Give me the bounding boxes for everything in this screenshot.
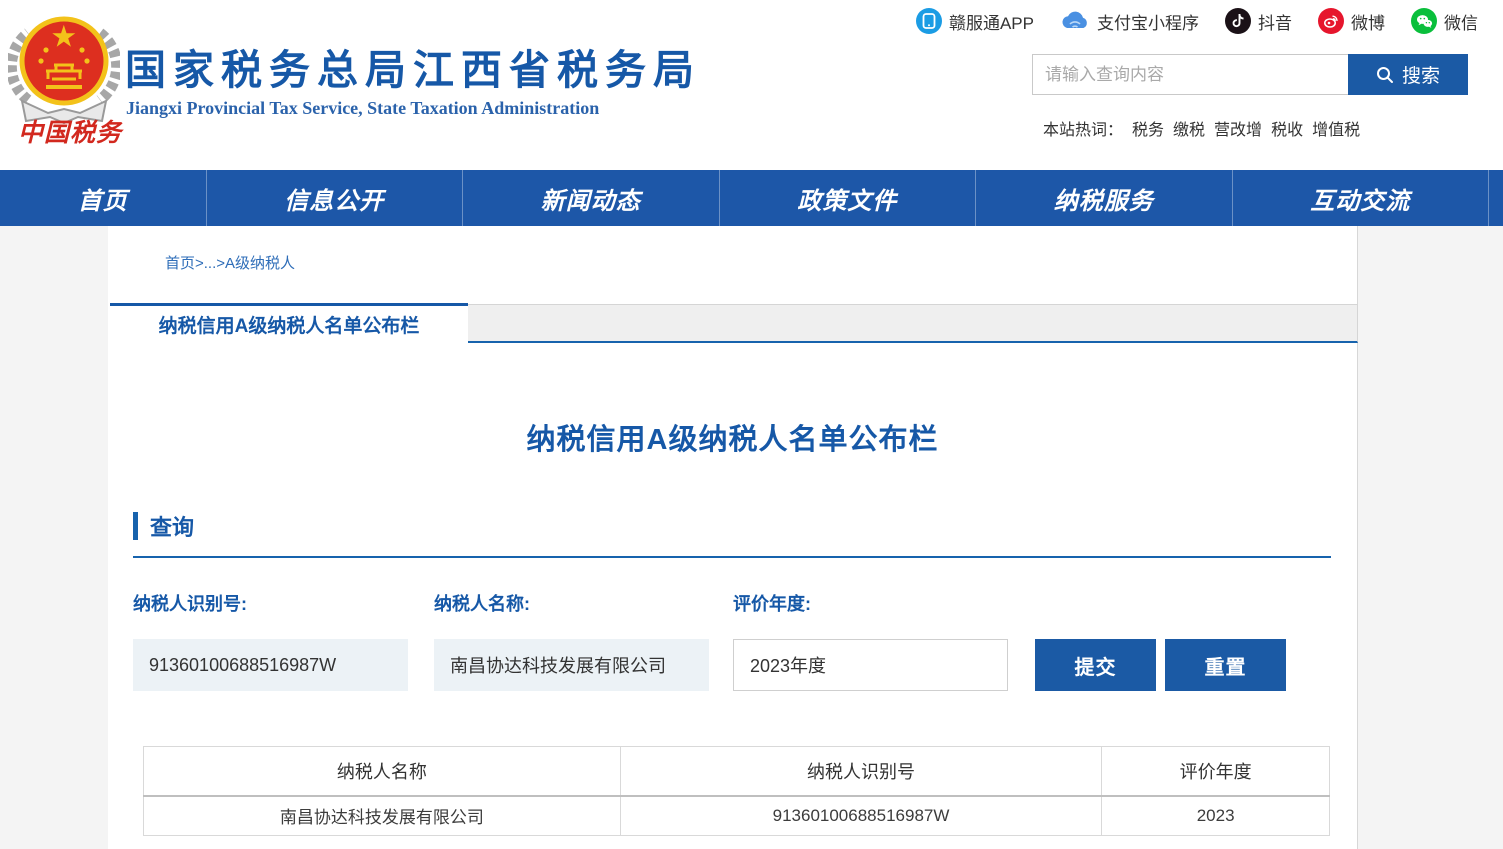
site-subtitle: Jiangxi Provincial Tax Service, State Ta… xyxy=(126,98,599,119)
submit-button[interactable]: 提交 xyxy=(1035,639,1156,691)
tablet-icon xyxy=(916,8,942,34)
query-divider xyxy=(133,556,1331,558)
social-label: 支付宝小程序 xyxy=(1097,9,1199,34)
breadcrumb[interactable]: 首页>...>A级纳税人 xyxy=(165,252,295,273)
cell-eval-year: 2023 xyxy=(1102,796,1330,836)
social-link-wechat[interactable]: 微信 xyxy=(1411,8,1478,34)
nav-item-tax-service[interactable]: 纳税服务 xyxy=(976,170,1233,226)
nav-item-policy[interactable]: 政策文件 xyxy=(720,170,977,226)
hot-word-link[interactable]: 税收 xyxy=(1271,116,1303,140)
site-search: 搜索 xyxy=(1032,54,1468,95)
tab-bar-filler xyxy=(468,304,1358,343)
douyin-icon xyxy=(1225,8,1251,34)
page-title: 纳税信用A级纳税人名单公布栏 xyxy=(108,416,1357,458)
content-panel: 首页>...>A级纳税人 纳税信用A级纳税人名单公布栏 纳税信用A级纳税人名单公… xyxy=(108,226,1358,849)
main-nav: 首页 信息公开 新闻动态 政策文件 纳税服务 互动交流 xyxy=(0,170,1503,226)
social-link-ganfutong[interactable]: 赣服通APP xyxy=(916,8,1034,34)
cell-taxpayer-id: 91360100688516987W xyxy=(620,796,1102,836)
col-header-eval-year: 评价年度 xyxy=(1102,747,1330,796)
reset-button[interactable]: 重置 xyxy=(1165,639,1286,691)
social-label: 抖音 xyxy=(1258,9,1292,34)
hot-word-link[interactable]: 税务 xyxy=(1132,116,1164,140)
taxpayer-name-label: 纳税人名称: xyxy=(434,590,530,616)
col-header-taxpayer-id: 纳税人识别号 xyxy=(620,747,1102,796)
site-header: 中国税务 国家税务总局江西省税务局 Jiangxi Provincial Tax… xyxy=(0,0,1503,170)
tab-bar: 纳税信用A级纳税人名单公布栏 xyxy=(108,303,1358,343)
page: 中国税务 国家税务总局江西省税务局 Jiangxi Provincial Tax… xyxy=(0,0,1503,849)
nav-item-interaction[interactable]: 互动交流 xyxy=(1233,170,1490,226)
weibo-icon xyxy=(1318,8,1344,34)
hot-words-label: 本站热词： xyxy=(1043,116,1123,140)
alipay-cloud-icon xyxy=(1060,8,1090,34)
tax-emblem-logo: 中国税务 xyxy=(8,5,120,145)
social-link-alipay-miniapp[interactable]: 支付宝小程序 xyxy=(1060,8,1199,34)
nav-item-home[interactable]: 首页 xyxy=(0,170,207,226)
search-icon xyxy=(1376,66,1394,84)
taxpayer-id-label: 纳税人识别号: xyxy=(133,590,247,616)
nav-spacer xyxy=(1489,170,1503,226)
social-bar: 赣服通APP 支付宝小程序 抖音 微博 xyxy=(916,8,1478,34)
tab-a-level-taxpayer-list[interactable]: 纳税信用A级纳税人名单公布栏 xyxy=(110,303,468,343)
query-section-title: 查询 xyxy=(150,510,194,542)
social-label: 微信 xyxy=(1444,9,1478,34)
nav-item-news[interactable]: 新闻动态 xyxy=(463,170,720,226)
col-header-taxpayer-name: 纳税人名称 xyxy=(144,747,621,796)
hot-word-link[interactable]: 缴税 xyxy=(1173,116,1205,140)
search-button[interactable]: 搜索 xyxy=(1348,54,1468,95)
logo-caption: 中国税务 xyxy=(14,113,126,149)
content-background: 首页>...>A级纳税人 纳税信用A级纳税人名单公布栏 纳税信用A级纳税人名单公… xyxy=(0,226,1503,849)
taxpayer-name-field[interactable] xyxy=(434,639,709,691)
social-label: 微博 xyxy=(1351,9,1385,34)
social-link-douyin[interactable]: 抖音 xyxy=(1225,8,1292,34)
search-button-label: 搜索 xyxy=(1402,61,1440,88)
query-accent-bar xyxy=(133,512,138,540)
table-row: 南昌协达科技发展有限公司 91360100688516987W 2023 xyxy=(144,796,1330,836)
query-section-header: 查询 xyxy=(133,510,194,542)
site-title: 国家税务总局江西省税务局 xyxy=(125,36,701,96)
nav-item-info[interactable]: 信息公开 xyxy=(207,170,464,226)
hot-word-link[interactable]: 营改增 xyxy=(1214,116,1262,140)
hot-words: 本站热词： 税务 缴税 营改增 税收 增值税 xyxy=(1043,116,1360,140)
wechat-icon xyxy=(1411,8,1437,34)
table-header-row: 纳税人名称 纳税人识别号 评价年度 xyxy=(144,747,1330,796)
cell-taxpayer-name: 南昌协达科技发展有限公司 xyxy=(144,796,621,836)
eval-year-field[interactable] xyxy=(733,639,1008,691)
social-label: 赣服通APP xyxy=(949,9,1034,34)
result-table: 纳税人名称 纳税人识别号 评价年度 南昌协达科技发展有限公司 913601006… xyxy=(143,746,1330,836)
social-link-weibo[interactable]: 微博 xyxy=(1318,8,1385,34)
taxpayer-id-field[interactable] xyxy=(133,639,408,691)
eval-year-label: 评价年度: xyxy=(733,590,811,616)
search-input[interactable] xyxy=(1032,54,1348,95)
hot-word-link[interactable]: 增值税 xyxy=(1312,116,1360,140)
